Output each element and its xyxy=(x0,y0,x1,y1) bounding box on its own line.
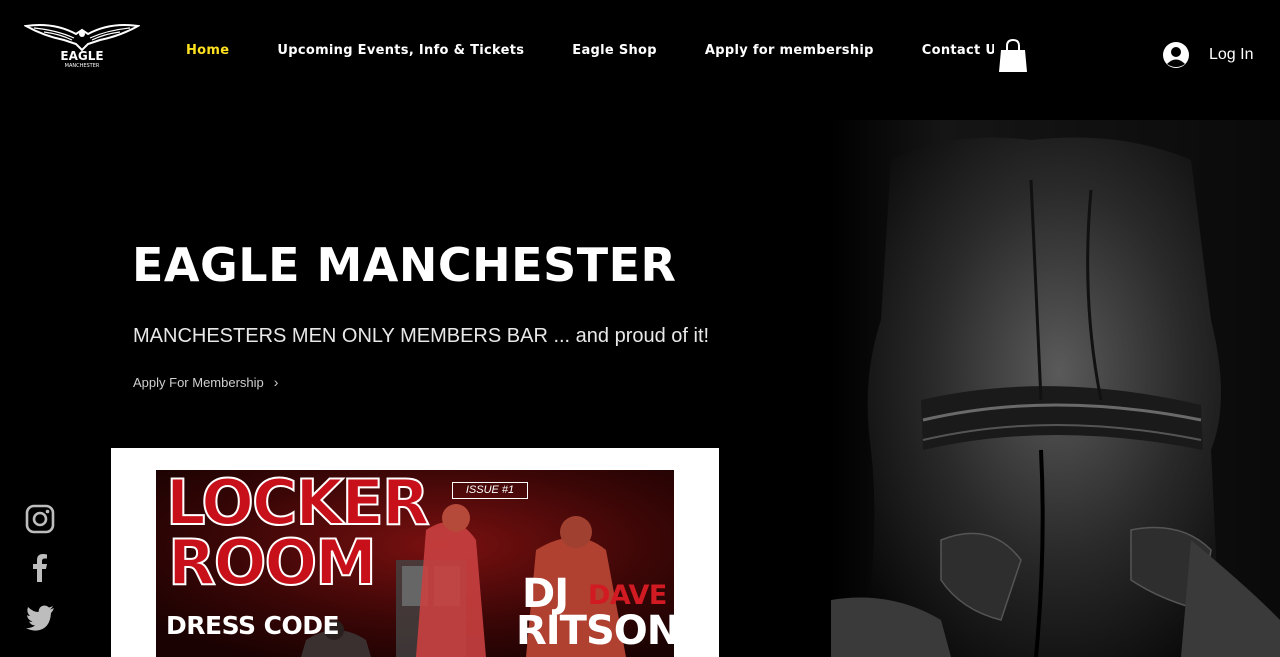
event-poster[interactable]: LOCKER ROOM ISSUE #1 DRESS CODE DJ DAVE … xyxy=(156,470,674,657)
hero-image xyxy=(831,120,1280,657)
hero-subtitle: MANCHESTERS MEN ONLY MEMBERS BAR ... and… xyxy=(133,325,710,347)
user-avatar-icon xyxy=(1163,42,1189,68)
poster-issue-badge: ISSUE #1 xyxy=(452,482,528,499)
apply-membership-link[interactable]: Apply For Membership › xyxy=(133,374,278,390)
shopping-bag-icon xyxy=(999,38,1027,72)
logo-subtext: MANCHESTER xyxy=(65,63,100,69)
nav-home[interactable]: Home xyxy=(162,41,253,61)
logo-text: EAGLE xyxy=(60,49,103,63)
nav-upcoming-events[interactable]: Upcoming Events, Info & Tickets xyxy=(253,41,548,61)
nav-apply-membership[interactable]: Apply for membership xyxy=(681,41,898,61)
cart-button[interactable] xyxy=(998,38,1028,74)
nav-contact-us[interactable]: Contact Us xyxy=(898,41,994,61)
poster-dress-code: DRESS CODE xyxy=(166,611,340,640)
twitter-icon[interactable] xyxy=(24,601,56,633)
instagram-icon[interactable] xyxy=(24,503,56,535)
chevron-right-icon: › xyxy=(273,374,279,390)
hero-title: EAGLE MANCHESTER xyxy=(132,238,677,292)
login-button[interactable]: Log In xyxy=(1162,41,1253,69)
poster-dj-last-name: RITSON xyxy=(516,608,674,654)
eagle-logo-icon: EAGLE MANCHESTER xyxy=(24,24,140,69)
social-bar xyxy=(24,503,56,650)
poster-title-line1: LOCKER xyxy=(165,470,431,539)
eagle-logo[interactable]: EAGLE MANCHESTER xyxy=(24,20,140,70)
facebook-icon[interactable] xyxy=(24,552,56,584)
login-label: Log In xyxy=(1209,46,1254,63)
poster-dj-first-name: DAVE xyxy=(588,580,667,611)
poster-title-line2: ROOM xyxy=(167,526,378,599)
main-nav: Home Upcoming Events, Info & Tickets Eag… xyxy=(162,41,994,61)
apply-membership-label: Apply For Membership xyxy=(133,374,264,390)
nav-eagle-shop[interactable]: Eagle Shop xyxy=(548,41,681,61)
